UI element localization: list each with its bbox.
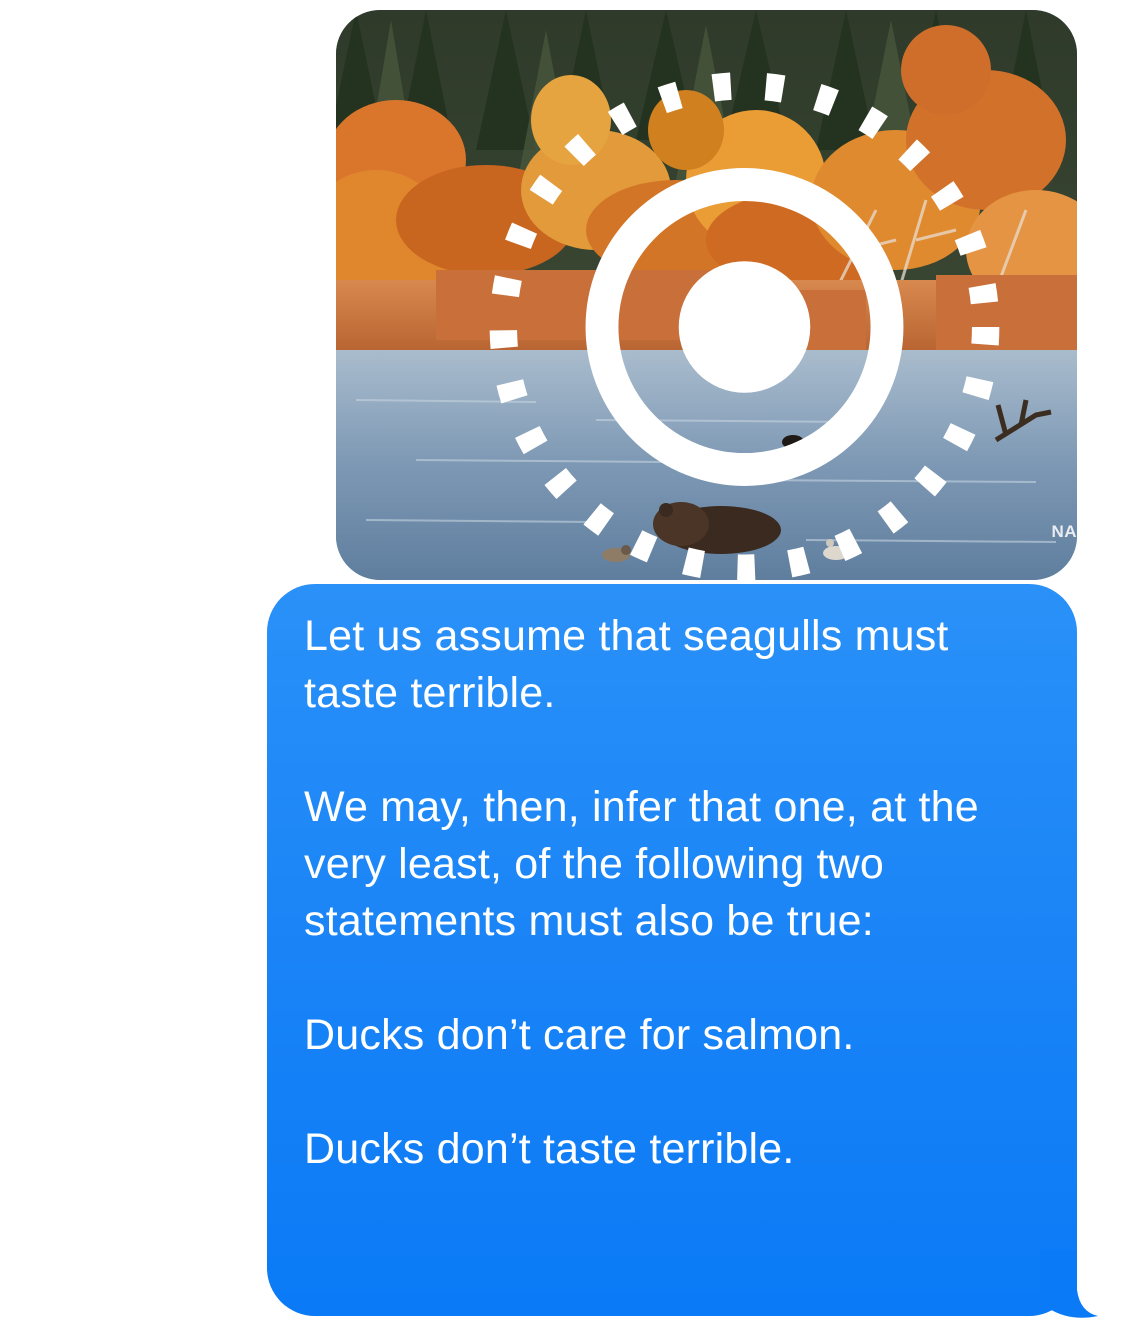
message-thread: NA Let us assume that seagulls must tast… bbox=[0, 0, 1125, 1327]
bubble-tail bbox=[1040, 1250, 1098, 1318]
live-photo-icon[interactable] bbox=[374, 42, 1000, 580]
message-paragraph: Let us assume that seagulls must taste t… bbox=[304, 612, 949, 717]
outgoing-text-message[interactable]: Let us assume that seagulls must taste t… bbox=[267, 584, 1077, 1316]
photo-watermark: NA bbox=[1051, 522, 1077, 541]
message-paragraph: Ducks don’t taste terrible. bbox=[304, 1125, 795, 1173]
photo-message[interactable]: NA bbox=[336, 10, 1077, 580]
message-paragraph: We may, then, infer that one, at the ver… bbox=[304, 783, 979, 945]
message-paragraph: Ducks don’t care for salmon. bbox=[304, 1011, 855, 1059]
